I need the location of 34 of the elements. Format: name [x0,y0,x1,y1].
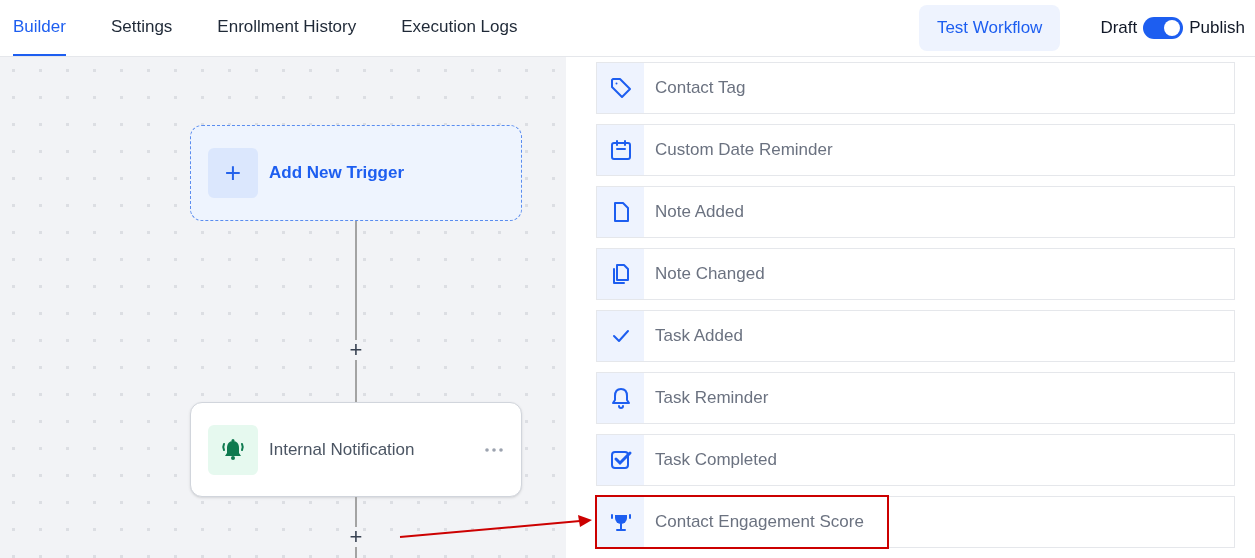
trigger-label: Task Reminder [655,387,769,410]
trigger-label: Task Added [655,325,743,348]
trigger-option[interactable]: Custom Date Reminder [596,124,1235,176]
add-step-button[interactable]: + [349,527,363,547]
test-workflow-button[interactable]: Test Workflow [918,5,1061,51]
trigger-option[interactable]: Note Changed [596,248,1235,300]
trigger-label: Task Completed [655,449,777,472]
trigger-option[interactable]: Contact Tag [596,62,1235,114]
tag-icon [608,76,633,100]
bell-icon [208,424,258,475]
trigger-option[interactable]: Task Added [596,310,1235,362]
tab[interactable]: Enrollment History [217,0,357,56]
add-trigger-card[interactable]: + Add New Trigger [190,125,522,221]
action-label: Internal Notification [269,438,415,461]
trigger-label: Contact Tag [655,77,746,100]
add-trigger-label: Add New Trigger [269,162,405,185]
tab[interactable]: Settings [110,0,173,56]
trigger-label: Custom Date Reminder [655,139,833,162]
tab[interactable]: Execution Logs [401,0,518,56]
trigger-option[interactable]: Note Added [596,186,1235,238]
trigger-option[interactable]: Task Reminder [596,372,1235,424]
trigger-option[interactable]: Task Completed [596,434,1235,486]
publish-label: Publish [1189,17,1245,40]
trigger-label: Note Changed [655,263,765,286]
trigger-label: Note Added [655,201,744,224]
trigger-option[interactable]: Contact Engagement Score [596,496,1235,548]
draft-label: Draft [1100,17,1138,40]
publish-toggle[interactable] [1143,17,1184,39]
add-step-button[interactable]: + [349,340,363,360]
plus-icon: + [208,148,258,198]
checkbox-icon [608,448,633,472]
calendar-icon [608,138,633,162]
trigger-label: Contact Engagement Score [655,511,864,534]
action-card[interactable]: Internal Notification [190,402,522,497]
